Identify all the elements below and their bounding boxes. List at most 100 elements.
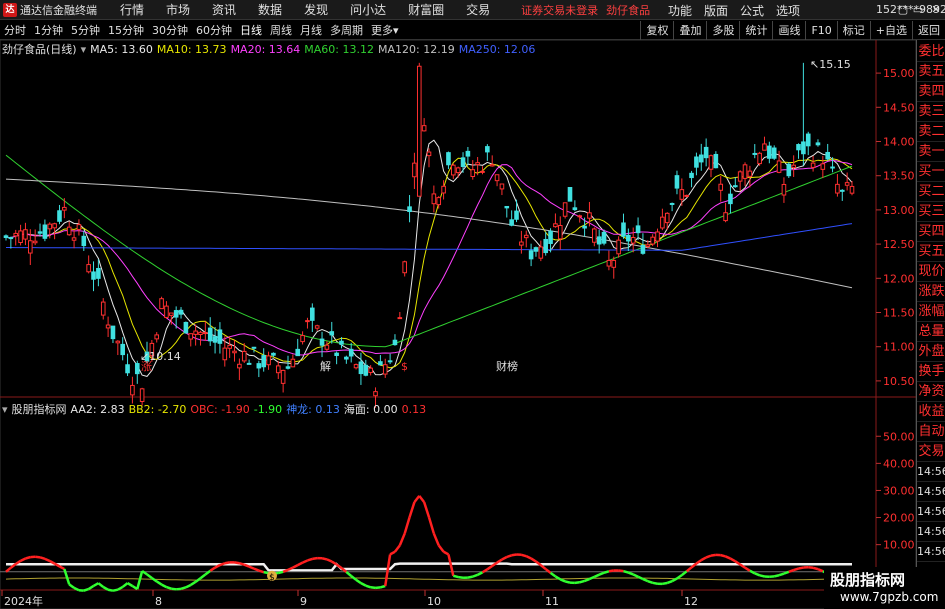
indicator-dropdown-icon[interactable]: ▾ [2, 403, 8, 416]
maximize-button[interactable]: ▭ [911, 3, 925, 17]
menu-gongshi[interactable]: 公式 [734, 2, 770, 19]
menu-jiaoyi[interactable]: 交易 [455, 1, 501, 18]
obc-segment-68 [335, 563, 343, 570]
sidebar-item-5[interactable]: 卖一 [917, 142, 945, 162]
sidebar-item-12[interactable]: 涨跌 [917, 282, 945, 302]
indicator-name[interactable]: 股朋指标网 [12, 401, 67, 417]
candle-body-42 [207, 327, 213, 342]
sidebar-item-21[interactable]: 14:56 [917, 462, 945, 482]
period-tab-6[interactable]: 日线 [236, 22, 266, 38]
sidebar-item-1[interactable]: 卖五 [917, 62, 945, 82]
candle-body-101 [494, 174, 500, 182]
candle-body-77 [378, 361, 383, 366]
sidebar-item-9[interactable]: 买四 [917, 222, 945, 242]
sidebar-item-16[interactable]: 换手 [917, 362, 945, 382]
sidebar-item-14[interactable]: 总量 [917, 322, 945, 342]
candle-body-135 [660, 216, 665, 229]
obc-segment-32 [161, 583, 168, 589]
sidebar-item-8[interactable]: 买三 [917, 202, 945, 222]
sidebar-item-17[interactable]: 净资 [917, 382, 945, 402]
sidebar-item-22[interactable]: 14:56 [917, 482, 945, 502]
candle-body-128 [626, 234, 631, 242]
candle-body-99 [485, 146, 490, 153]
candle-body-79 [387, 360, 393, 363]
sidebar-item-25[interactable]: 14:56 [917, 542, 945, 562]
menu-shuju[interactable]: 数据 [247, 1, 293, 18]
obc-segment-77 [380, 584, 386, 589]
toolbar-button-7[interactable]: +自选 [869, 21, 912, 40]
toolbar-button-0[interactable]: 复权 [640, 21, 673, 40]
period-tab-2[interactable]: 5分钟 [67, 22, 104, 38]
obc-segment-118 [579, 579, 585, 584]
period-tab-10[interactable]: 更多▾ [367, 22, 403, 38]
toolbar-button-1[interactable]: 叠加 [673, 21, 706, 40]
period-tab-4[interactable]: 30分钟 [148, 22, 192, 38]
menu-caifuquan[interactable]: 财富圈 [397, 1, 455, 18]
toolbar-button-8[interactable]: 返回 [912, 21, 945, 40]
candle-body-25 [125, 364, 130, 374]
obc-segment-42 [209, 566, 216, 572]
sidebar-item-19[interactable]: 自动 [917, 422, 945, 442]
candle-body-115 [562, 202, 568, 217]
date-label-5: 12 [684, 595, 698, 608]
sidebar-item-7[interactable]: 买二 [917, 182, 945, 202]
obc-segment-162 [793, 567, 799, 572]
sidebar-item-20[interactable]: 交易 [917, 442, 945, 462]
candle-body-60 [295, 348, 301, 357]
toolbar-button-6[interactable]: 标记 [836, 21, 870, 40]
candle-body-94 [460, 157, 466, 168]
candle-body-85 [416, 65, 422, 197]
menu-shichang[interactable]: 市场 [155, 1, 201, 18]
sidebar-item-23[interactable]: 14:56 [917, 502, 945, 522]
candle-body-84 [412, 162, 417, 178]
obc-segment-51 [253, 567, 260, 572]
period-tab-9[interactable]: 多周期 [326, 22, 367, 38]
candle-body-132 [645, 244, 651, 247]
period-tab-1[interactable]: 1分钟 [30, 22, 67, 38]
sidebar-item-10[interactable]: 买五 [917, 242, 945, 262]
candle-body-62 [305, 320, 310, 323]
menu-banmian[interactable]: 版面 [698, 2, 734, 19]
period-tab-3[interactable]: 15分钟 [104, 22, 148, 38]
sidebar-item-13[interactable]: 涨幅 [917, 302, 945, 322]
candle-body-86 [421, 125, 427, 132]
toolbar-button-4[interactable]: 画线 [772, 21, 805, 40]
candle-body-44 [217, 329, 223, 344]
sidebar-item-24[interactable]: 14:56 [917, 522, 945, 542]
ma10-line [5, 157, 853, 369]
price-label-6: 12.00 [883, 272, 915, 285]
toolbar-button-3[interactable]: 统计 [739, 21, 772, 40]
menu-faxian[interactable]: 发现 [293, 1, 339, 18]
toolbar-button-2[interactable]: 多股 [706, 21, 739, 40]
menu-zixun[interactable]: 资讯 [201, 1, 247, 18]
menu-wenxiaoda[interactable]: 问小达 [339, 1, 397, 18]
period-tab-7[interactable]: 周线 [266, 22, 296, 38]
candle-body-13 [66, 226, 72, 236]
sidebar-item-3[interactable]: 卖三 [917, 102, 945, 122]
period-tab-0[interactable]: 分时 [0, 22, 30, 38]
sidebar-item-15[interactable]: 外盘 [917, 342, 945, 362]
menu-gongneng[interactable]: 功能 [662, 2, 698, 19]
obc-segment-22 [112, 588, 119, 592]
close-button[interactable]: ✕ [929, 3, 943, 17]
kline-chart-area[interactable]: 15.00 14.50 14.00 13.50 13.00 12.50 12.00 11.50… [0, 40, 916, 609]
obc-segment-123 [603, 570, 610, 574]
minimize-button[interactable]: ▢ [896, 3, 910, 17]
tag-jie: 解 [320, 359, 331, 373]
sidebar-item-11[interactable]: 现价 [917, 262, 945, 282]
menu-hangqing[interactable]: 行情 [109, 1, 155, 18]
period-tab-5[interactable]: 60分钟 [192, 22, 236, 38]
login-warning[interactable]: 证券交易未登录 [521, 2, 598, 18]
candle-body-123 [601, 231, 607, 244]
chart-grid [0, 40, 916, 609]
obc-segment-81 [398, 533, 406, 546]
menu-xuanxiang[interactable]: 选项 [770, 2, 806, 19]
sidebar-item-18[interactable]: 收益 [917, 402, 945, 422]
toolbar-button-5[interactable]: F10 [805, 21, 836, 40]
sidebar-item-4[interactable]: 卖二 [917, 122, 945, 142]
period-tab-8[interactable]: 月线 [296, 22, 326, 38]
sidebar-item-6[interactable]: 买一 [917, 162, 945, 182]
sidebar-item-2[interactable]: 卖四 [917, 82, 945, 102]
sidebar-item-0[interactable]: 委比 [917, 42, 945, 62]
obc-segment-88 [432, 533, 440, 546]
